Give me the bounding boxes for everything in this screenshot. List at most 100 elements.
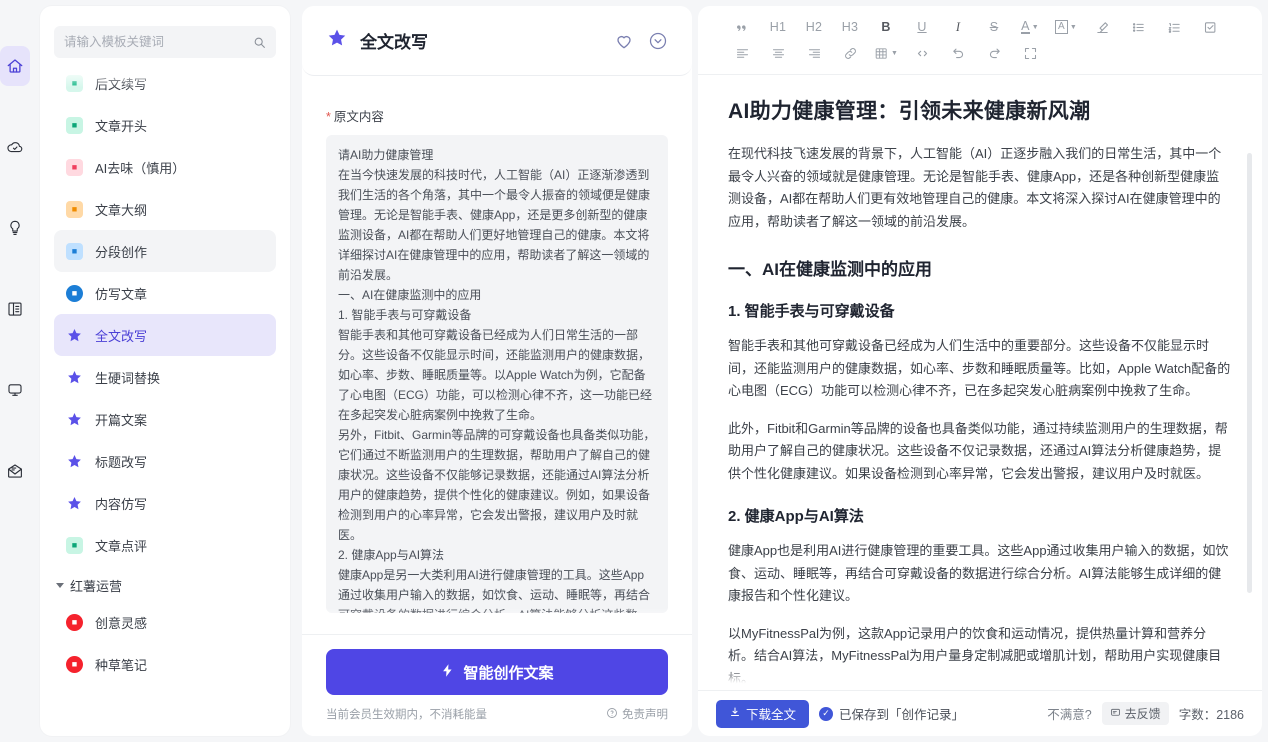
sidebar-item-label: 创意灵感: [95, 615, 148, 631]
sidebar-item-8[interactable]: 开篇文案: [54, 398, 276, 440]
sidebar-item-label: 文章点评: [95, 538, 148, 554]
rail-item-monitor[interactable]: [0, 370, 30, 410]
table-icon[interactable]: ▼: [870, 41, 902, 65]
feedback-icon: [1110, 707, 1121, 721]
sidebar-item-label: 文章开头: [95, 118, 148, 134]
sidebar-group-item-1[interactable]: ■ 种草笔记: [54, 643, 276, 685]
align-center-icon[interactable]: [762, 41, 794, 65]
rail-item-cloud[interactable]: [0, 127, 30, 167]
saved-status-label: 已保存到「创作记录」: [839, 708, 965, 722]
disclaimer-link[interactable]: 免责声明: [606, 706, 668, 722]
sidebar-item-0[interactable]: ■ 后文续写: [54, 62, 276, 104]
quote-icon[interactable]: [726, 15, 758, 39]
document-block-0: 在现代科技飞速发展的背景下，人工智能（AI）正逐步融入我们的日常生活，其中一个最…: [728, 146, 1222, 229]
sidebar-item-10[interactable]: 内容仿写: [54, 482, 276, 524]
ordered-list-icon[interactable]: [1158, 15, 1190, 39]
disclaimer-label: 免责声明: [622, 709, 668, 721]
page-title: 全文改写: [360, 33, 428, 52]
sidebar-group-label: 红薯运营: [70, 579, 123, 594]
template-icon: ■: [66, 116, 83, 134]
question-circle-icon: [606, 707, 618, 722]
collapse-circle-icon[interactable]: [648, 31, 668, 51]
template-icon: ■: [66, 613, 83, 631]
form-panel-footer: 智能创作文案 当前会员生效期内，不消耗能量 免责声明: [302, 634, 692, 736]
source-text-textarea[interactable]: 请AI助力健康管理 在当今快速发展的科技时代，人工智能（AI）正逐渐渗透到我们生…: [326, 135, 668, 613]
sidebar-item-7[interactable]: 生硬词替换: [54, 356, 276, 398]
redo-icon[interactable]: [978, 41, 1010, 65]
code-icon[interactable]: [906, 41, 938, 65]
document-content[interactable]: AI助力健康管理：引领未来健康新风潮 在现代科技飞速发展的背景下，人工智能（AI…: [698, 75, 1262, 690]
search-box[interactable]: [54, 26, 276, 58]
sidebar-item-5[interactable]: ■ 仿写文章: [54, 272, 276, 314]
star-icon: [66, 453, 83, 470]
editor-toolbar: H1 H2 H3 B U I S A ▼ A ▼ ▼: [698, 6, 1262, 75]
template-list[interactable]: ■ 后文续写 ■ 文章开头 ■ AI去味（慎用） ■ 文章大纲 ■ 分段创作 ■ 仿写文章 全文改写 生硬…: [40, 62, 290, 736]
search-input[interactable]: [64, 35, 253, 49]
sidebar-item-2[interactable]: ■ AI去味（慎用）: [54, 146, 276, 188]
sidebar-item-label: 种草笔记: [95, 657, 148, 673]
sidebar-item-label: 标题改写: [95, 454, 148, 470]
sidebar-item-4[interactable]: ■ 分段创作: [54, 230, 276, 272]
rail-item-home[interactable]: [0, 46, 30, 86]
rail-item-inspiration[interactable]: [0, 208, 30, 248]
highlight-color-button[interactable]: A ▼: [1050, 15, 1082, 39]
heading-2-button[interactable]: H2: [798, 15, 830, 39]
sidebar-item-3[interactable]: ■ 文章大纲: [54, 188, 276, 230]
underline-button[interactable]: U: [906, 15, 938, 39]
bold-button[interactable]: B: [870, 15, 902, 39]
feedback-button[interactable]: 去反馈: [1101, 702, 1169, 725]
link-icon[interactable]: [834, 41, 866, 65]
monitor-icon: [6, 381, 24, 399]
rail-item-mail[interactable]: [0, 451, 30, 491]
word-count: 字数：2186: [1178, 708, 1244, 722]
document-block-7: 以MyFitnessPal为例，这款App记录用户的饮食和运动情况，提供热量计算…: [728, 625, 1222, 686]
checklist-icon[interactable]: [1194, 15, 1226, 39]
lightbulb-icon: [6, 219, 24, 237]
search-icon[interactable]: [253, 36, 266, 49]
generate-button-label: 智能创作文案: [463, 664, 554, 682]
generate-button[interactable]: 智能创作文案: [326, 649, 668, 695]
sidebar-item-label: 分段创作: [95, 244, 148, 260]
form-panel-note: 当前会员生效期内，不消耗能量 免责声明: [326, 706, 668, 722]
document-scrollbar[interactable]: [1247, 153, 1252, 593]
template-icon: ■: [66, 74, 83, 92]
text-color-button[interactable]: A ▼: [1014, 15, 1046, 39]
align-right-icon[interactable]: [798, 41, 830, 65]
bullet-list-icon[interactable]: [1122, 15, 1154, 39]
strikethrough-button[interactable]: S: [978, 15, 1010, 39]
italic-button[interactable]: I: [942, 15, 974, 39]
clear-format-icon[interactable]: [1086, 15, 1118, 39]
check-circle-icon: ✓: [819, 706, 834, 721]
fullscreen-icon[interactable]: [1014, 41, 1046, 65]
favorite-icon[interactable]: [614, 31, 634, 51]
document-title: AI助力健康管理：引领未来健康新风潮: [728, 100, 1091, 123]
chevron-down-icon: ▼: [1069, 23, 1077, 31]
undo-icon[interactable]: [942, 41, 974, 65]
sidebar-item-9[interactable]: 标题改写: [54, 440, 276, 482]
sidebar-group-item-0[interactable]: ■ 创意灵感: [54, 601, 276, 643]
sidebar-item-1[interactable]: ■ 文章开头: [54, 104, 276, 146]
chevron-down-icon: [56, 583, 64, 588]
rail-item-library[interactable]: [0, 289, 30, 329]
sidebar-item-11[interactable]: ■ 文章点评: [54, 524, 276, 566]
toolbar-row-2: ▼: [726, 40, 1234, 66]
lightning-icon: [440, 663, 455, 682]
document-block-4: 此外，Fitbit和Garmin等品牌的设备也具备类似功能，通过持续监测用户的生…: [728, 420, 1228, 481]
mail-icon: [6, 462, 24, 480]
chevron-down-icon: ▼: [1031, 23, 1039, 31]
align-left-icon[interactable]: [726, 41, 758, 65]
document-block-2: 1. 智能手表与可穿戴设备: [728, 303, 895, 320]
document-block-6: 健康App也是利用AI进行健康管理的重要工具。这些App通过收集用户输入的数据，…: [728, 543, 1229, 603]
heading-3-button[interactable]: H3: [834, 15, 866, 39]
sidebar-group-xiaohongshu[interactable]: 红薯运营: [54, 566, 276, 601]
chevron-down-icon: ▼: [891, 49, 898, 57]
sidebar-item-6[interactable]: 全文改写: [54, 314, 276, 356]
download-button[interactable]: 下载全文: [716, 699, 810, 728]
toolbar-row-1: H1 H2 H3 B U I S A ▼ A ▼: [726, 14, 1234, 40]
template-icon: ■: [66, 242, 83, 260]
sidebar-item-label: 仿写文章: [95, 286, 148, 302]
template-icon: ■: [66, 655, 83, 673]
editor-footer: 下载全文 ✓ 已保存到「创作记录」 不满意? 去反馈 字数：2186: [698, 690, 1262, 736]
heading-1-button[interactable]: H1: [762, 15, 794, 39]
template-icon: ■: [66, 284, 83, 302]
